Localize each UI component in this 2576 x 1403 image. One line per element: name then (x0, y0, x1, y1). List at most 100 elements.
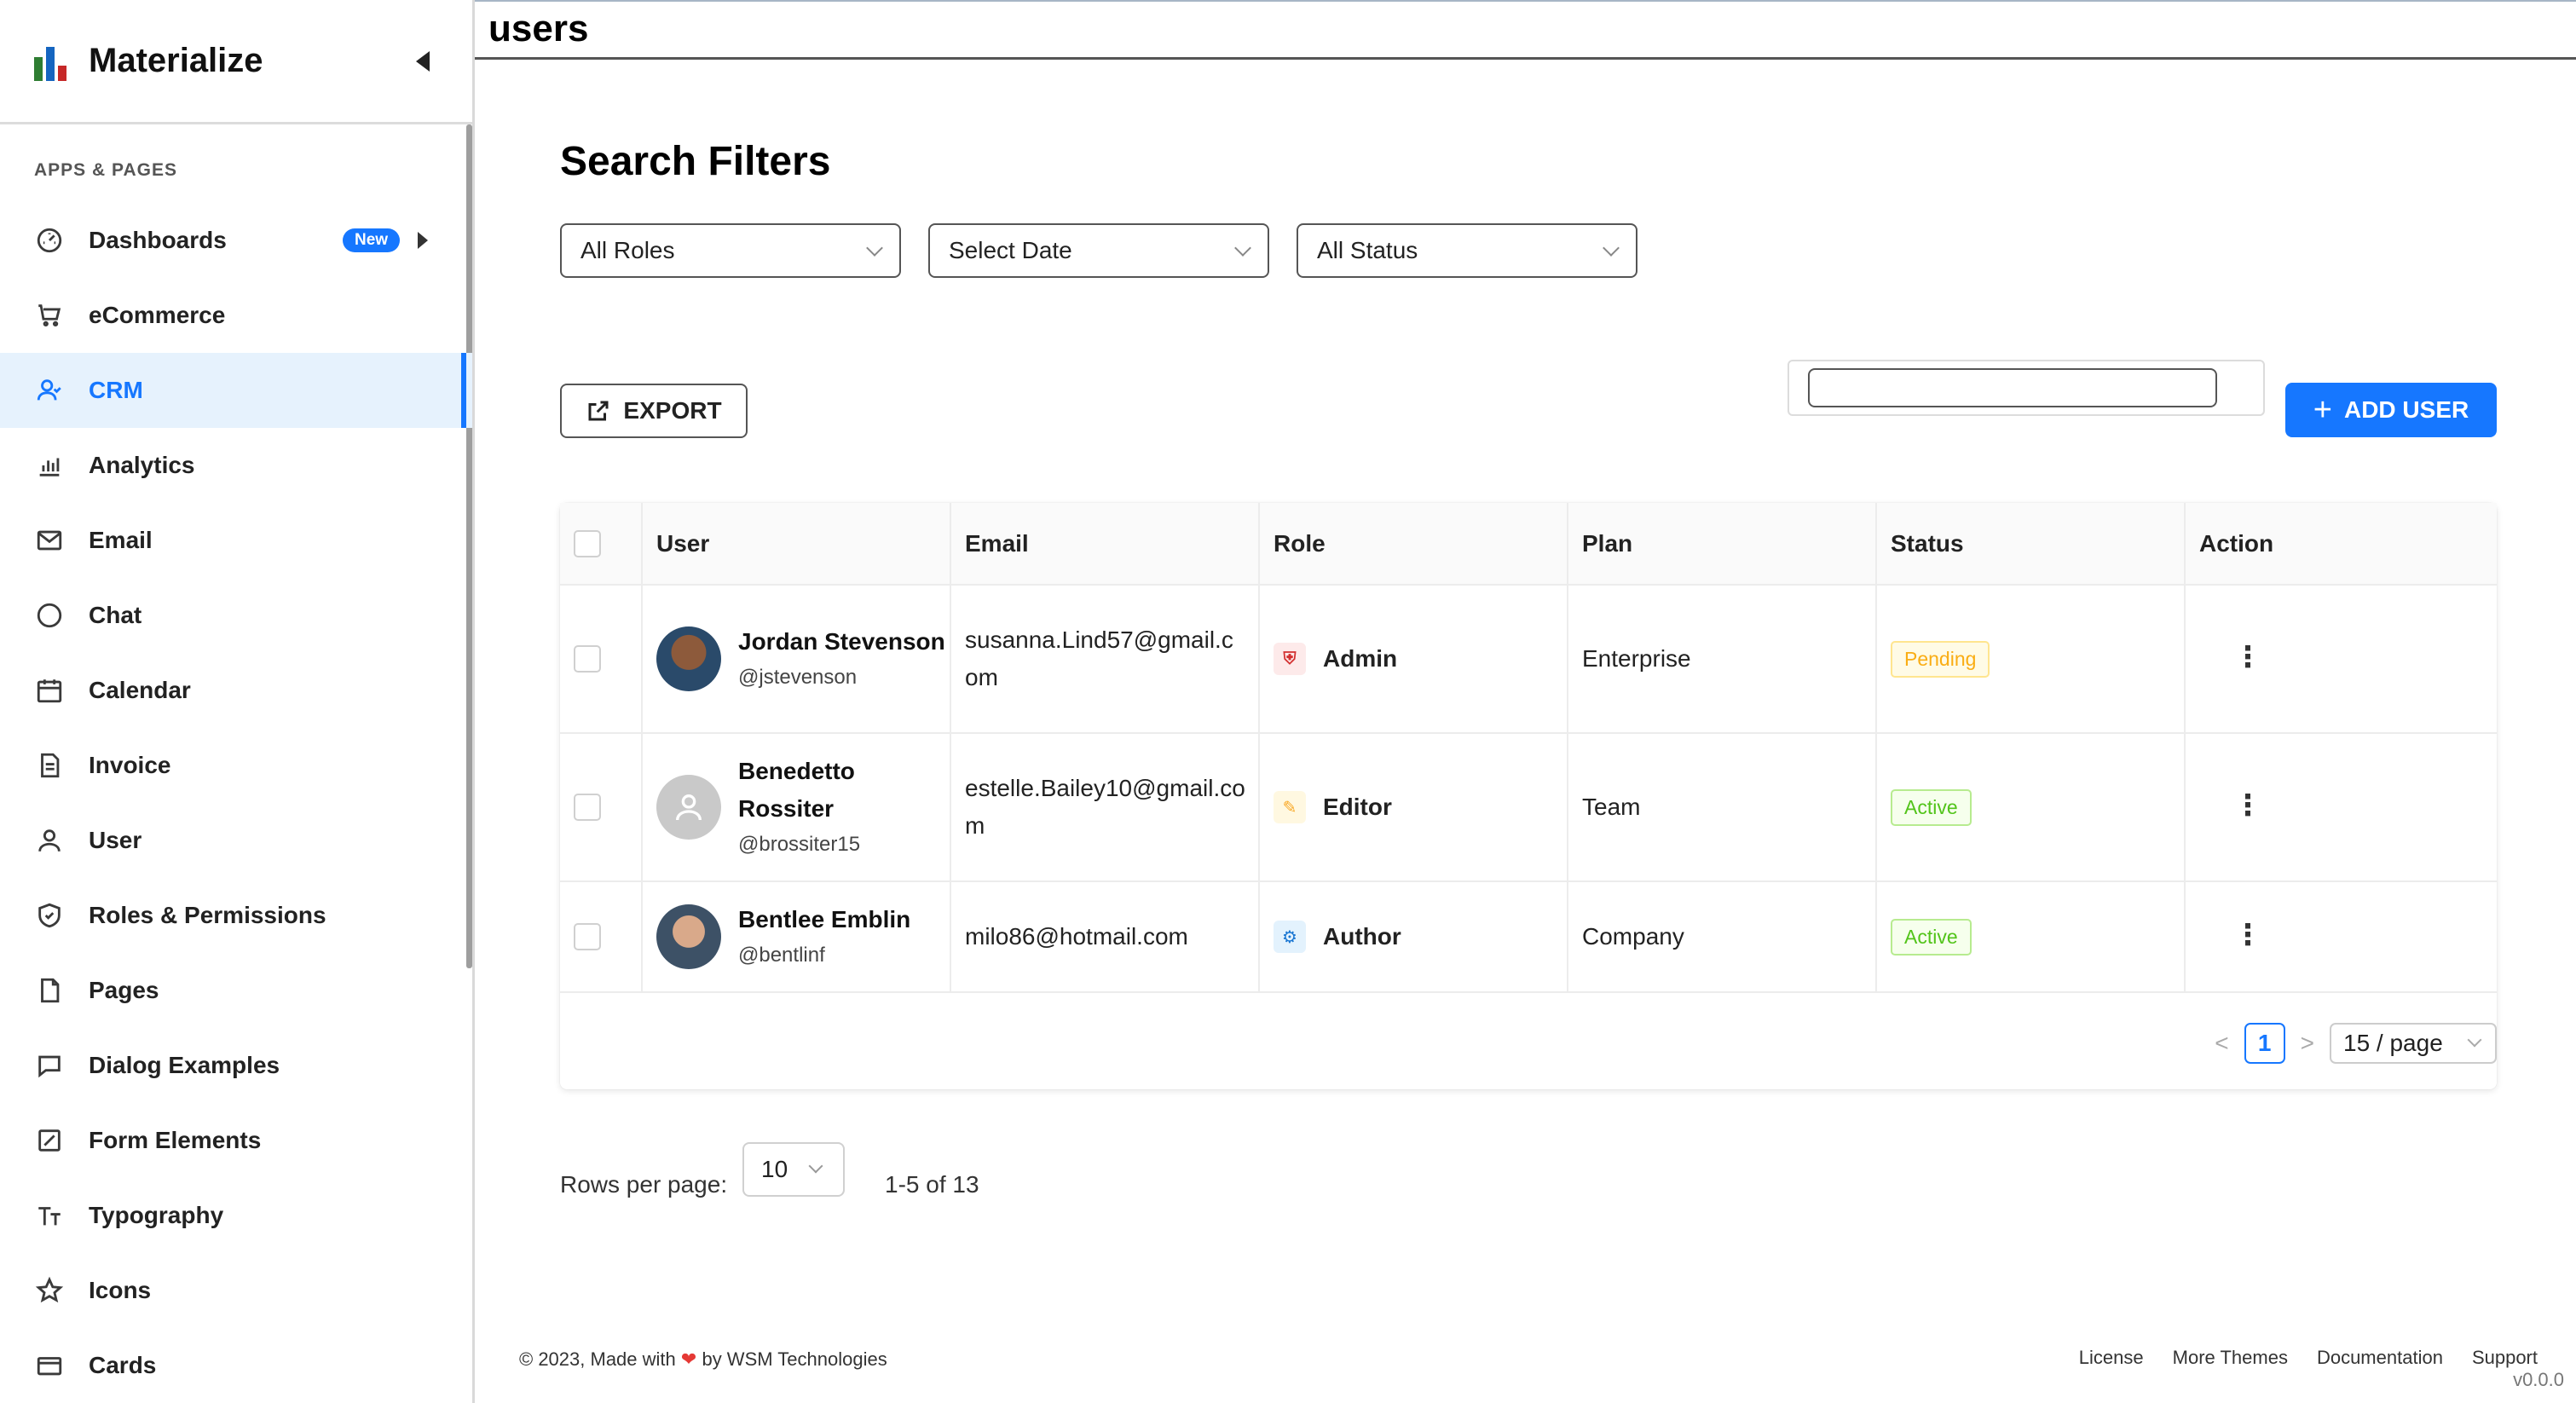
avatar (656, 626, 721, 691)
more-vertical-icon[interactable]: ⋮ (2233, 919, 2262, 951)
section-label: APPS & PAGES (34, 160, 177, 180)
page-size-select[interactable]: 15 / page (2330, 1023, 2497, 1064)
page-1-button[interactable]: 1 (2244, 1023, 2285, 1064)
select-all-header (560, 503, 643, 586)
sidebar-item-invoice[interactable]: Invoice (0, 728, 472, 803)
footer-link-more-themes[interactable]: More Themes (2173, 1347, 2288, 1369)
more-vertical-icon[interactable]: ⋮ (2233, 641, 2262, 673)
column-header[interactable]: User (642, 503, 951, 586)
rows-per-page-select[interactable]: 10 (742, 1142, 845, 1197)
user-name[interactable]: Bentlee Emblin (738, 901, 910, 938)
column-header[interactable]: Plan (1568, 503, 1877, 586)
sidebar-item-ecommerce[interactable]: eCommerce (0, 278, 472, 353)
more-vertical-icon[interactable]: ⋮ (2233, 789, 2262, 822)
user-name[interactable]: Jordan Stevenson (738, 623, 945, 661)
table-row: Jordan Stevenson @jstevenson susanna.Lin… (560, 585, 2497, 734)
role-cell: ⛨ Admin (1259, 585, 1568, 734)
export-label: EXPORT (623, 397, 722, 424)
star-icon (34, 1275, 65, 1306)
version-text: v0.0.0 (2513, 1369, 2564, 1390)
export-button[interactable]: EXPORT (560, 384, 748, 438)
sidebar-item-roles-permissions[interactable]: Roles & Permissions (0, 878, 472, 953)
sidebar-item-pages[interactable]: Pages (0, 953, 472, 1028)
sidebar-item-label: CRM (89, 377, 143, 403)
status-badge: Pending (1891, 640, 1990, 678)
column-header[interactable]: Role (1259, 503, 1568, 586)
table-row: Bentlee Emblin @bentlinf milo86@hotmail.… (560, 881, 2497, 993)
add-user-button[interactable]: + ADD USER (2285, 383, 2497, 437)
sidebar-item-label: Chat (89, 602, 142, 628)
sidebar-item-label: Cards (89, 1352, 157, 1378)
email-icon (34, 525, 65, 556)
sidebar-item-calendar[interactable]: Calendar (0, 653, 472, 728)
sidebar-collapse-icon[interactable] (416, 51, 430, 72)
sidebar-item-chat[interactable]: Chat (0, 578, 472, 653)
action-cell: ⋮ (2185, 733, 2497, 882)
role-filter-select[interactable]: All Roles (560, 223, 901, 278)
calendar-icon (34, 675, 65, 706)
sidebar-item-analytics[interactable]: Analytics (0, 428, 472, 503)
sidebar-item-typography[interactable]: Typography (0, 1178, 472, 1253)
sidebar-item-label: eCommerce (89, 302, 226, 328)
sidebar-item-dialog-examples[interactable]: Dialog Examples (0, 1028, 472, 1103)
caret-right-icon (418, 232, 428, 249)
column-header[interactable]: Email (950, 503, 1260, 586)
sidebar-item-label: User (89, 827, 142, 853)
role-cell: ⚙ Author (1259, 881, 1568, 993)
sidebar-item-cards[interactable]: Cards (0, 1328, 472, 1403)
rows-per-page-label: Rows per page: (560, 1171, 728, 1198)
action-cell: ⋮ (2185, 881, 2497, 993)
footer-link-support[interactable]: Support (2472, 1347, 2538, 1369)
prev-page-icon[interactable]: < (2215, 1030, 2228, 1057)
user-placeholder-icon (676, 794, 702, 821)
status-badge: Active (1891, 918, 1972, 956)
export-icon (588, 401, 609, 421)
brand-header: Materialize (0, 0, 472, 124)
search-input[interactable] (1808, 368, 2217, 407)
row-checkbox[interactable] (574, 923, 601, 950)
dialog-icon (34, 1050, 65, 1081)
column-header: Action (2185, 503, 2497, 586)
chevron-down-icon (1234, 240, 1251, 257)
sidebar-item-crm[interactable]: CRM (0, 353, 472, 428)
status-filter-select[interactable]: All Status (1297, 223, 1637, 278)
sidebar-item-label: Form Elements (89, 1127, 262, 1153)
chevron-down-icon (2467, 1032, 2482, 1048)
plan-cell: Company (1568, 881, 1877, 993)
next-page-icon[interactable]: > (2301, 1030, 2314, 1057)
chevron-down-icon (808, 1158, 823, 1174)
status-badge: Active (1891, 788, 1972, 826)
row-checkbox[interactable] (574, 794, 601, 821)
status-cell: Pending (1876, 585, 2186, 734)
column-header[interactable]: Status (1876, 503, 2186, 586)
sidebar-item-dashboards[interactable]: Dashboards New (0, 203, 472, 278)
select-all-checkbox[interactable] (574, 529, 601, 557)
brand-name: Materialize (89, 42, 263, 79)
sidebar-item-icons[interactable]: Icons (0, 1253, 472, 1328)
date-filter-select[interactable]: Select Date (928, 223, 1269, 278)
role-filter-value: All Roles (580, 237, 675, 263)
sidebar-item-form-elements[interactable]: Form Elements (0, 1103, 472, 1178)
shield-icon (34, 900, 65, 931)
sidebar-item-label: Dialog Examples (89, 1052, 280, 1078)
footer-link-documentation[interactable]: Documentation (2317, 1347, 2443, 1369)
table-row: Benedetto Rossiter @brossiter15 estelle.… (560, 733, 2497, 882)
top-bar: users (475, 0, 2576, 60)
admin-shield-icon: ⛨ (1274, 643, 1306, 675)
page-title: users (488, 8, 589, 49)
avatar (656, 904, 721, 969)
sidebar-item-email[interactable]: Email (0, 503, 472, 578)
user-name[interactable]: Benedetto Rossiter (738, 753, 950, 828)
user-icon (34, 825, 65, 856)
chat-icon (34, 600, 65, 631)
footer-link-license[interactable]: License (2079, 1347, 2144, 1369)
row-checkbox[interactable] (574, 645, 601, 673)
add-user-label: ADD USER (2343, 396, 2469, 423)
invoice-icon (34, 750, 65, 781)
sidebar-item-label: Typography (89, 1202, 224, 1228)
users-table-card: User Email Role Plan Status Action Jorda… (560, 503, 2497, 1089)
role-cell: ✎ Editor (1259, 733, 1568, 882)
form-icon (34, 1125, 65, 1156)
sidebar-item-user[interactable]: User (0, 803, 472, 878)
status-cell: Active (1876, 733, 2186, 882)
